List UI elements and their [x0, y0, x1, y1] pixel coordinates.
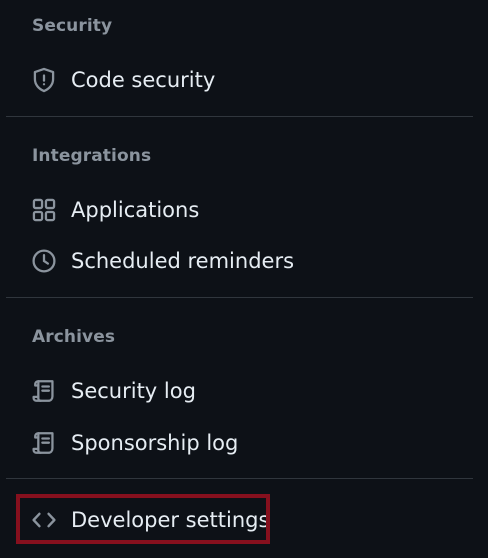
log-icon	[31, 378, 57, 404]
section-heading-security: Security	[32, 16, 113, 36]
sidebar-item-label: Scheduled reminders	[71, 249, 295, 273]
divider	[6, 116, 473, 117]
log-icon	[31, 430, 57, 456]
sidebar-item-label: Sponsorship log	[71, 431, 239, 455]
sidebar-item-label: Code security	[71, 68, 216, 92]
sidebar-item-code-security[interactable]: Code security	[18, 58, 470, 102]
shield-icon	[31, 67, 57, 93]
section-heading-integrations: Integrations	[32, 146, 152, 166]
sidebar-item-security-log[interactable]: Security log	[18, 369, 470, 413]
highlight-box	[16, 494, 270, 544]
clock-icon	[31, 248, 57, 274]
divider	[6, 478, 473, 479]
section-heading-archives: Archives	[32, 327, 116, 347]
apps-grid-icon	[31, 197, 57, 223]
sidebar-item-applications[interactable]: Applications	[18, 188, 470, 232]
divider	[6, 297, 473, 298]
sidebar-item-label: Applications	[71, 198, 200, 222]
sidebar-item-label: Security log	[71, 379, 196, 403]
sidebar-item-sponsorship-log[interactable]: Sponsorship log	[18, 421, 470, 465]
sidebar-item-scheduled-reminders[interactable]: Scheduled reminders	[18, 239, 470, 283]
